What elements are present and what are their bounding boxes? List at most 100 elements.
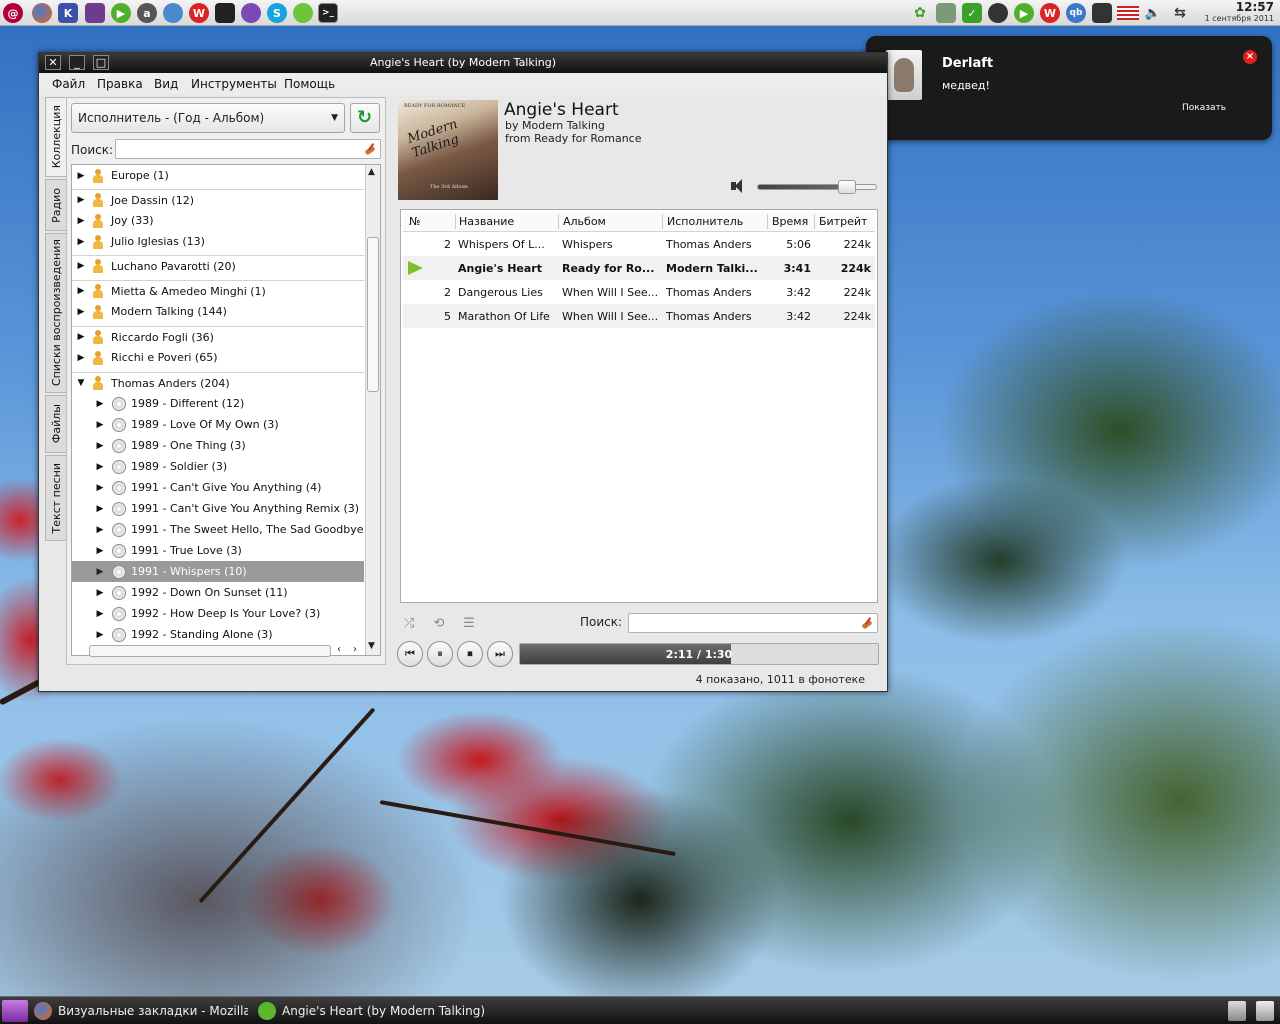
collection-search-input[interactable] [115,139,381,159]
show-desktop-icon[interactable] [1228,1001,1246,1021]
expand-arrow-icon[interactable]: ▶ [76,237,86,247]
shuffle-icon[interactable]: ⤮ [401,617,417,631]
grouping-select[interactable]: Исполнитель - (Год - Альбом) ▼ [71,103,345,133]
tree-album-row[interactable]: ▶ 1991 - The Sweet Hello, The Sad Goodbye [72,519,364,540]
tree-album-row[interactable]: ▶ 1992 - Down On Sunset (11) [72,582,364,603]
column-bitrate[interactable]: Битрейт [819,215,867,228]
expand-arrow-icon[interactable]: ▶ [95,567,105,577]
skype-icon[interactable]: S [267,3,287,23]
volume-knob[interactable] [837,180,856,194]
task-firefox[interactable]: Визуальные закладки - Mozilla Firefox [34,1000,248,1022]
amarok-icon[interactable]: ▶ [111,3,131,23]
next-button[interactable]: ⏭ [487,641,513,667]
column-time[interactable]: Время [772,215,808,228]
menu-edit[interactable]: Правка [97,77,143,91]
aim-icon[interactable]: a [137,3,157,23]
flower-icon[interactable]: ✿ [910,3,930,23]
tree-album-row[interactable]: ▶ 1989 - One Thing (3) [72,435,364,456]
scroll-up-icon[interactable]: ▲ [368,167,375,177]
terminal-icon[interactable]: >_ [318,3,338,23]
column-title[interactable]: Название [459,215,514,228]
check-icon[interactable]: ✓ [962,3,982,23]
tab-lyrics[interactable]: Текст песни [45,455,67,541]
kde-app-icon[interactable]: K [58,3,78,23]
steam-icon[interactable] [215,3,235,23]
tree-artist-row[interactable]: ▶ Riccardo Fogli (36) [72,326,364,347]
stop-button[interactable]: ⏹ [457,641,483,667]
tree-artist-row[interactable]: ▶ Europe (1) [72,165,364,186]
tree-vertical-scrollbar[interactable]: ▲ ▼ [365,165,380,655]
tree-album-row[interactable]: ▶ 1989 - Soldier (3) [72,456,364,477]
menu-tools[interactable]: Инструменты [191,77,277,91]
expand-arrow-icon[interactable]: ▶ [95,609,105,619]
volume-icon[interactable]: 🔈 [1143,3,1163,23]
previous-button[interactable]: ⏮ [397,641,423,667]
tree-album-row[interactable]: ▶ 1992 - How Deep Is Your Love? (3) [72,603,364,624]
album-cover[interactable]: READY FOR ROMANCE Modern Talking The 3rd… [398,100,498,200]
tree-album-row[interactable]: ▶ 1989 - Different (12) [72,393,364,414]
wps-icon[interactable]: W [1040,3,1060,23]
task-player[interactable]: Angie's Heart (by Modern Talking) [258,1000,558,1022]
playlist-row[interactable]: 5 Marathon Of Life When Will I See... Th… [403,304,875,328]
expand-arrow-icon[interactable]: ▶ [76,332,86,342]
playlist-row-current[interactable]: Angie's Heart Ready for Ro... Modern Tal… [403,256,875,280]
expand-arrow-icon[interactable]: ▶ [95,630,105,640]
tree-artist-row[interactable]: ▶ Luchano Pavarotti (20) [72,255,364,276]
tree-album-row[interactable]: ▶ 1991 - Whispers (10) [72,561,364,582]
column-number[interactable]: № [409,215,420,228]
playlist-row[interactable]: 2 Whispers Of L... Whispers Thomas Ander… [403,232,875,256]
trash-icon[interactable] [1256,1001,1274,1021]
expand-arrow-icon[interactable]: ▶ [76,216,86,226]
debian-swirl-icon[interactable]: @ [3,3,23,23]
expand-arrow-icon[interactable]: ▶ [95,504,105,514]
firefox-icon[interactable] [32,3,52,23]
start-menu-button[interactable] [2,1000,28,1022]
expand-arrow-icon[interactable]: ▶ [95,525,105,535]
tree-horizontal-scrollbar[interactable]: ‹ › [83,643,375,659]
collapse-arrow-icon[interactable]: ▼ [76,378,86,388]
menu-file[interactable]: Файл [52,77,85,91]
repeat-icon[interactable]: ⟲ [431,617,447,631]
column-album[interactable]: Альбом [563,215,606,228]
monitor-icon[interactable] [85,3,105,23]
expand-arrow-icon[interactable]: ▶ [95,399,105,409]
tree-album-row[interactable]: ▶ 1991 - True Love (3) [72,540,364,561]
wps-icon[interactable]: W [189,3,209,23]
menu-view[interactable]: Вид [154,77,178,91]
qb-icon[interactable]: qb [1066,3,1086,23]
expand-arrow-icon[interactable]: ▶ [76,307,86,317]
cpu-icon[interactable] [1092,3,1112,23]
usb-icon[interactable]: ⇆ [1170,3,1190,23]
tree-artist-row[interactable]: ▶ Modern Talking (144) [72,301,364,322]
expand-arrow-icon[interactable]: ▶ [95,483,105,493]
tree-album-row[interactable]: ▶ 1991 - Can't Give You Anything (4) [72,477,364,498]
tree-artist-row[interactable]: ▶ Mietta & Amedeo Minghi (1) [72,280,364,301]
play-icon[interactable]: ▶ [1014,3,1034,23]
expand-arrow-icon[interactable]: ▶ [76,171,86,181]
window-titlebar[interactable]: ✕ _ □ Angie's Heart (by Modern Talking) [39,53,887,73]
playlist-menu-icon[interactable]: ☰ [461,617,477,631]
pause-button[interactable]: ⏸ [427,641,453,667]
expand-arrow-icon[interactable]: ▶ [95,420,105,430]
hscrollbar-thumb[interactable] [89,645,331,657]
ghost-icon[interactable] [241,3,261,23]
tree-artist-row[interactable]: ▶ Julio Iglesias (13) [72,231,364,252]
track-progress-bar[interactable]: 2:11 / 1:30 [519,643,879,665]
tree-album-row[interactable]: ▶ 1991 - Can't Give You Anything Remix (3… [72,498,364,519]
network-icon[interactable] [936,3,956,23]
scroll-left-icon[interactable]: ‹ [337,644,341,655]
expand-arrow-icon[interactable]: ▶ [76,261,86,271]
tab-files[interactable]: Файлы [45,395,67,453]
clear-search-icon[interactable] [364,143,376,155]
expand-arrow-icon[interactable]: ▶ [95,441,105,451]
volume-slider[interactable] [757,180,877,194]
volume-icon[interactable] [729,178,747,194]
tree-artist-row[interactable]: ▼ Thomas Anders (204) [72,372,364,393]
notification-popup[interactable]: Derlaft медвед! Показать × [866,36,1272,140]
tree-artist-row[interactable]: ▶ Joy (33) [72,210,364,231]
pidgin-icon[interactable] [163,3,183,23]
expand-arrow-icon[interactable]: ▶ [76,195,86,205]
tree-album-row[interactable]: ▶ 1989 - Love Of My Own (3) [72,414,364,435]
notification-close-icon[interactable]: × [1243,50,1257,64]
menu-help[interactable]: Помощь [284,77,335,91]
